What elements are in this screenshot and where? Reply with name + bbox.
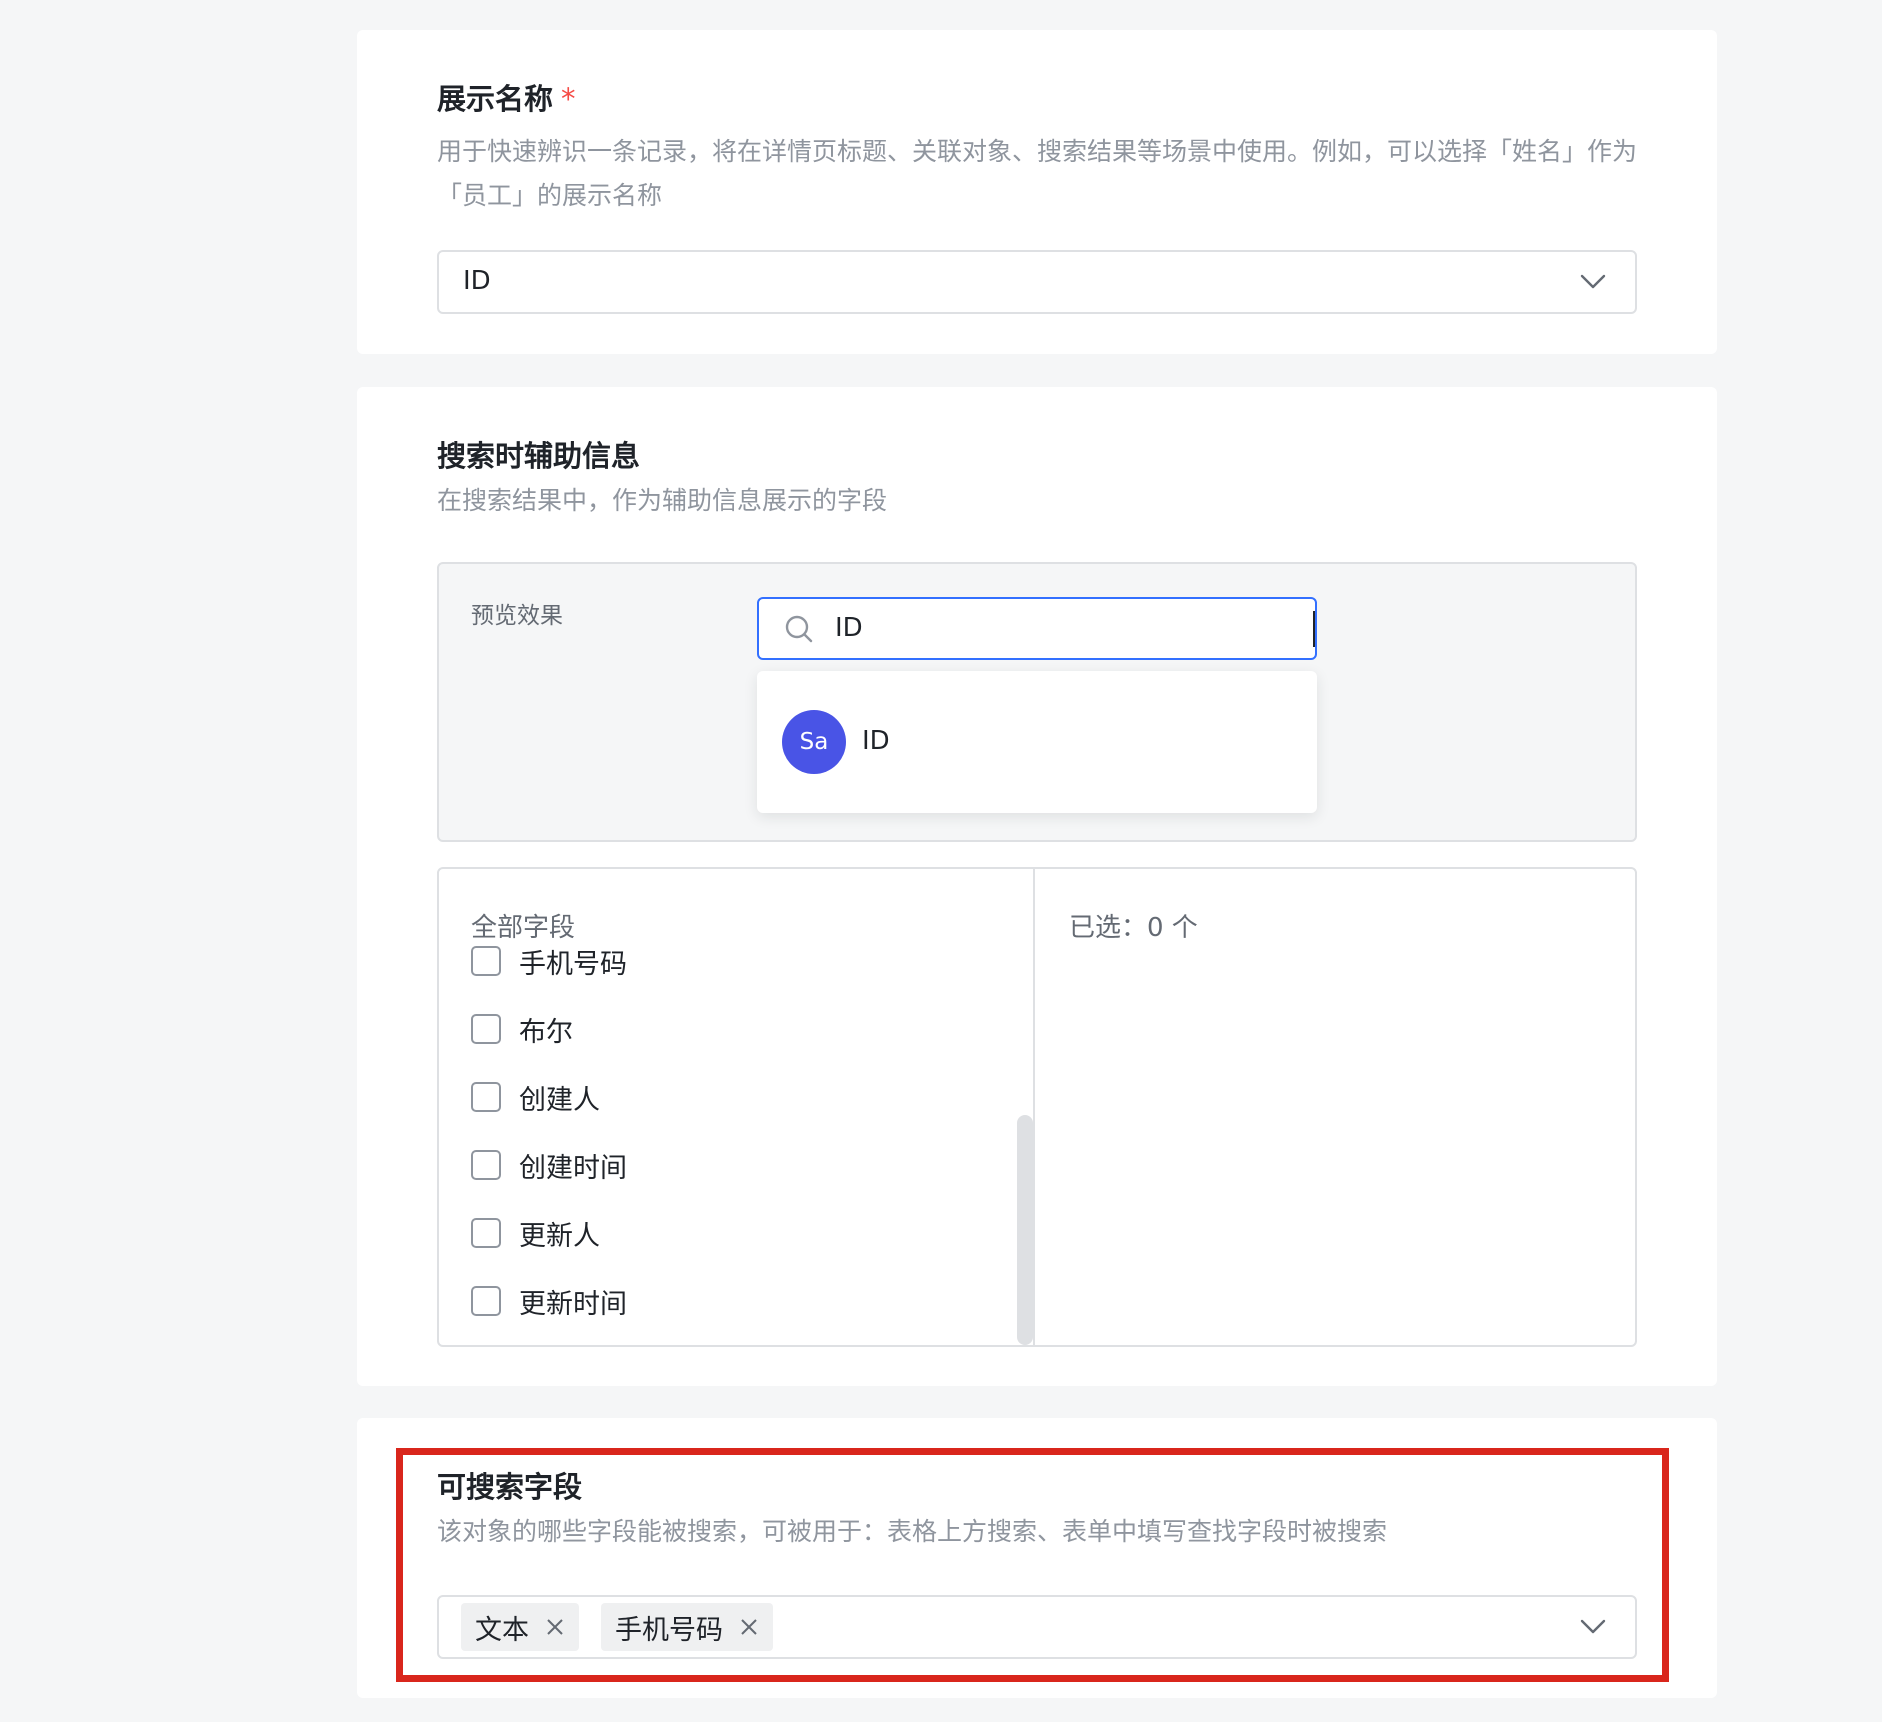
- selected-count: 已选：0 个: [1069, 913, 1198, 943]
- display-name-title: 展示名称 *: [437, 76, 576, 118]
- list-scrollbar[interactable]: [1017, 1115, 1033, 1345]
- search-result-dropdown: Sa ID: [757, 671, 1317, 813]
- field-label: 布尔: [519, 1016, 573, 1048]
- preview-panel: 预览效果 ID Sa ID: [437, 562, 1637, 842]
- display-name-card: 展示名称 * 用于快速辨识一条记录，将在详情页标题、关联对象、搜索结果等场景中使用…: [357, 30, 1717, 354]
- field-label: 更新人: [519, 1220, 600, 1252]
- search-result-label[interactable]: ID: [862, 726, 890, 756]
- field-checkbox[interactable]: [471, 1014, 501, 1044]
- field-transfer: 全部字段 手机号码 布尔 创建人 创建时间 更新人 更新时间 已选：0 个: [437, 867, 1637, 1347]
- all-fields-header: 全部字段: [471, 913, 576, 943]
- avatar: Sa: [782, 710, 846, 774]
- display-name-title-text: 展示名称: [437, 82, 554, 116]
- preview-label: 预览效果: [471, 603, 563, 629]
- field-label: 更新时间: [519, 1288, 627, 1320]
- search-aux-card: 搜索时辅助信息 在搜索结果中，作为辅助信息展示的字段 预览效果 ID Sa ID…: [357, 387, 1717, 1386]
- field-item[interactable]: 布尔: [471, 1009, 573, 1049]
- preview-search-input[interactable]: ID: [757, 597, 1317, 660]
- search-aux-description: 在搜索结果中，作为辅助信息展示的字段: [437, 486, 888, 515]
- search-icon: [785, 615, 813, 643]
- preview-search-value: ID: [835, 613, 863, 643]
- required-mark: *: [561, 82, 576, 116]
- field-item[interactable]: 手机号码: [471, 941, 627, 981]
- field-label: 创建人: [519, 1084, 600, 1116]
- field-checkbox[interactable]: [471, 1286, 501, 1316]
- selected-fields-list: 已选：0 个: [1037, 869, 1635, 1345]
- text-caret: [1313, 611, 1315, 647]
- field-item[interactable]: 更新时间: [471, 1281, 627, 1321]
- search-aux-title: 搜索时辅助信息: [437, 439, 641, 473]
- field-checkbox[interactable]: [471, 946, 501, 976]
- chevron-down-icon[interactable]: [1577, 266, 1609, 298]
- display-name-description: 用于快速辨识一条记录，将在详情页标题、关联对象、搜索结果等场景中使用。例如，可以…: [437, 137, 1638, 210]
- field-item[interactable]: 创建时间: [471, 1145, 627, 1185]
- display-name-select-value: ID: [463, 266, 491, 296]
- field-checkbox[interactable]: [471, 1082, 501, 1112]
- field-label: 创建时间: [519, 1152, 627, 1184]
- field-label: 手机号码: [519, 948, 627, 980]
- field-item[interactable]: 创建人: [471, 1077, 600, 1117]
- all-fields-list[interactable]: 全部字段 手机号码 布尔 创建人 创建时间 更新人 更新时间: [439, 869, 1035, 1345]
- display-name-select[interactable]: ID: [437, 250, 1637, 314]
- field-checkbox[interactable]: [471, 1218, 501, 1248]
- highlight-annotation: [396, 1448, 1669, 1682]
- field-item[interactable]: 更新人: [471, 1213, 600, 1253]
- field-checkbox[interactable]: [471, 1150, 501, 1180]
